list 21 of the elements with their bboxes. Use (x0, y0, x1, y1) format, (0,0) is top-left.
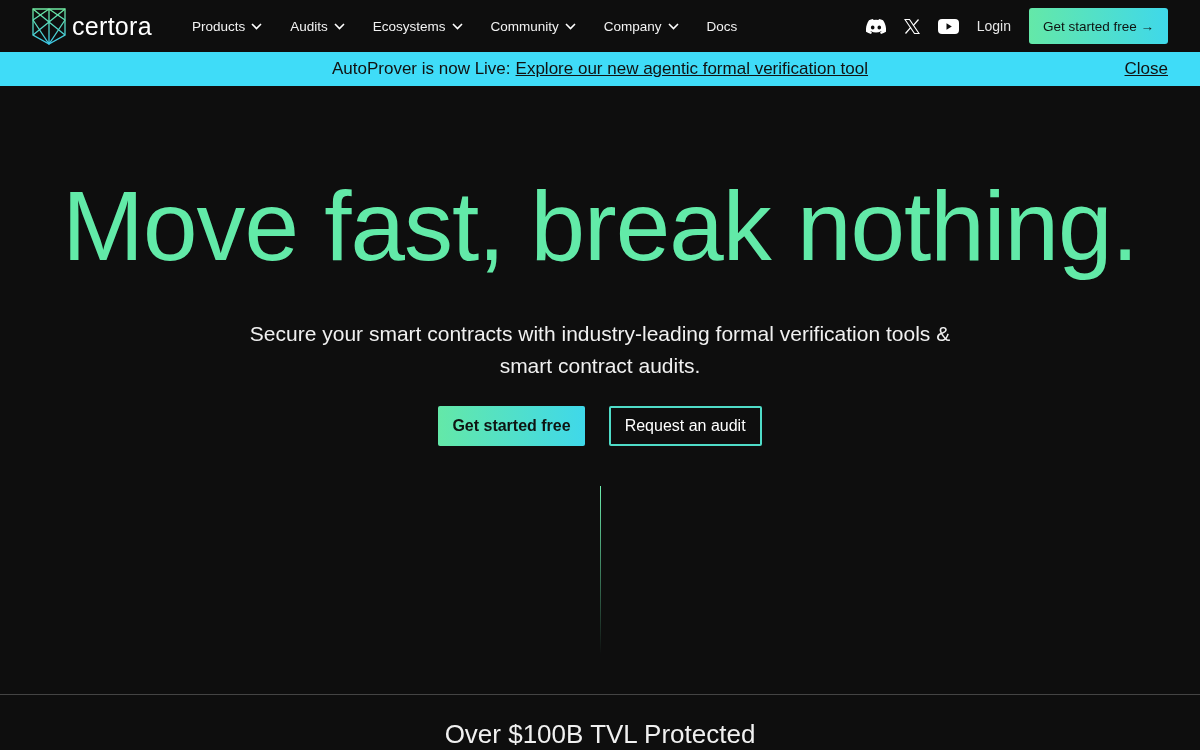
hero-title: Move fast, break nothing. (62, 170, 1138, 284)
nav-link[interactable]: Ecosystems (372, 18, 463, 34)
discord-icon[interactable] (865, 18, 886, 34)
close-link[interactable]: Close (1124, 59, 1168, 80)
nav-link[interactable]: Products (191, 18, 263, 34)
get-started-button[interactable]: Get started free → (1028, 8, 1168, 45)
hero-subtitle: Secure your smart contracts with industry-leading formal verification tools & smart contract audits. (248, 321, 952, 379)
request-audit-button[interactable]: Request an audit (608, 406, 762, 446)
stats-heading: Over $100B TVL Protected (444, 719, 756, 750)
play-icon[interactable] (937, 18, 959, 34)
nav-link[interactable]: Docs (706, 18, 738, 34)
get-started-button[interactable]: Get started free (438, 406, 585, 446)
login-link[interactable]: Login (976, 18, 1011, 35)
nav-link[interactable]: Audits (290, 18, 345, 34)
banner-text: AutoProver is now Live: (331, 59, 511, 80)
banner-link[interactable]: Explore our new agentic formal verification tool (515, 59, 868, 80)
nav-link[interactable]: Community (490, 18, 576, 34)
nav-link[interactable]: Company (603, 18, 679, 34)
logo-wordmark[interactable]: certora (72, 11, 152, 41)
x-logo-icon[interactable] (903, 18, 920, 34)
logo-icon (32, 7, 66, 45)
